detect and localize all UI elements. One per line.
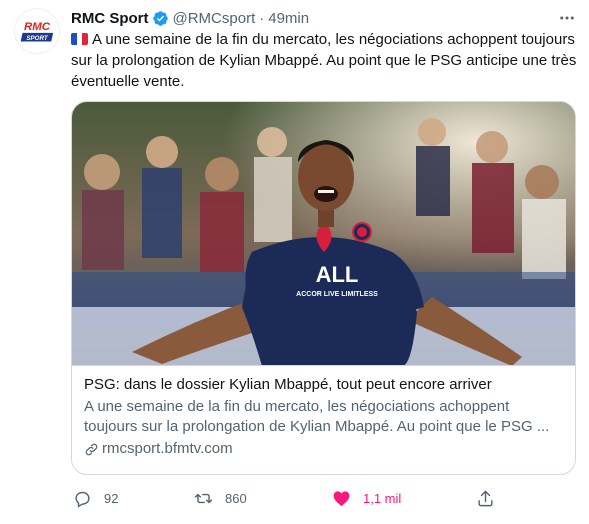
reply-icon	[75, 491, 90, 508]
tweet-timestamp[interactable]: 49min	[268, 10, 309, 27]
avatar-logo-top: RMC	[24, 21, 51, 33]
retweet-count: 860	[225, 490, 247, 506]
card-domain-text[interactable]: rmcsport.bfmtv.com	[102, 439, 233, 459]
tweet-body: A une semaine de la fin du mercato, les …	[71, 31, 577, 90]
link-card[interactable]: ALL ACCOR LIVE LIMITLESS PSG: dans le do…	[71, 101, 576, 475]
like-count: 1,1 mil	[363, 490, 402, 506]
rmc-sport-logo: RMC SPORT	[15, 9, 59, 53]
tweet[interactable]: RMC SPORT RMC Sport @RMCsport · 49min A …	[0, 0, 589, 524]
heart-filled-icon	[333, 490, 350, 506]
retweet-button[interactable]: 860	[194, 486, 247, 510]
reply-count: 92	[104, 490, 119, 506]
jersey-sponsor-bottom: ACCOR LIVE LIMITLESS	[296, 291, 378, 298]
card-domain[interactable]: rmcsport.bfmtv.com	[84, 439, 564, 459]
retweet-icon	[194, 493, 213, 503]
card-description: A une semaine de la fin du mercato, les …	[84, 398, 550, 435]
author-handle[interactable]: @RMCsport	[173, 10, 256, 27]
tweet-text: A une semaine de la fin du mercato, les …	[71, 29, 581, 92]
avatar[interactable]: RMC SPORT	[14, 8, 60, 54]
avatar-logo-bottom: SPORT	[26, 35, 48, 42]
share-icon	[478, 490, 493, 506]
share-button[interactable]	[476, 486, 495, 510]
player-celebration-image: ALL ACCOR LIVE LIMITLESS	[72, 102, 575, 365]
card-body[interactable]: PSG: dans le dossier Kylian Mbappé, tout…	[84, 374, 564, 459]
more-dots-icon	[560, 16, 574, 20]
separator-dot: ·	[259, 9, 265, 27]
tweet-header: RMC Sport @RMCsport · 49min	[71, 8, 309, 28]
verified-badge-icon	[152, 10, 169, 27]
tweet-actions: 92 860 1,1 mil	[71, 486, 501, 510]
reply-button[interactable]: 92	[73, 486, 118, 510]
card-image[interactable]: ALL ACCOR LIVE LIMITLESS	[72, 102, 575, 366]
link-icon	[84, 442, 99, 457]
author-name[interactable]: RMC Sport	[71, 10, 149, 27]
jersey-sponsor-top: ALL	[316, 262, 359, 287]
more-options-button[interactable]	[556, 8, 578, 28]
card-title[interactable]: PSG: dans le dossier Kylian Mbappé, tout…	[84, 374, 564, 395]
like-button[interactable]: 1,1 mil	[332, 486, 401, 510]
france-flag-icon	[71, 33, 88, 45]
